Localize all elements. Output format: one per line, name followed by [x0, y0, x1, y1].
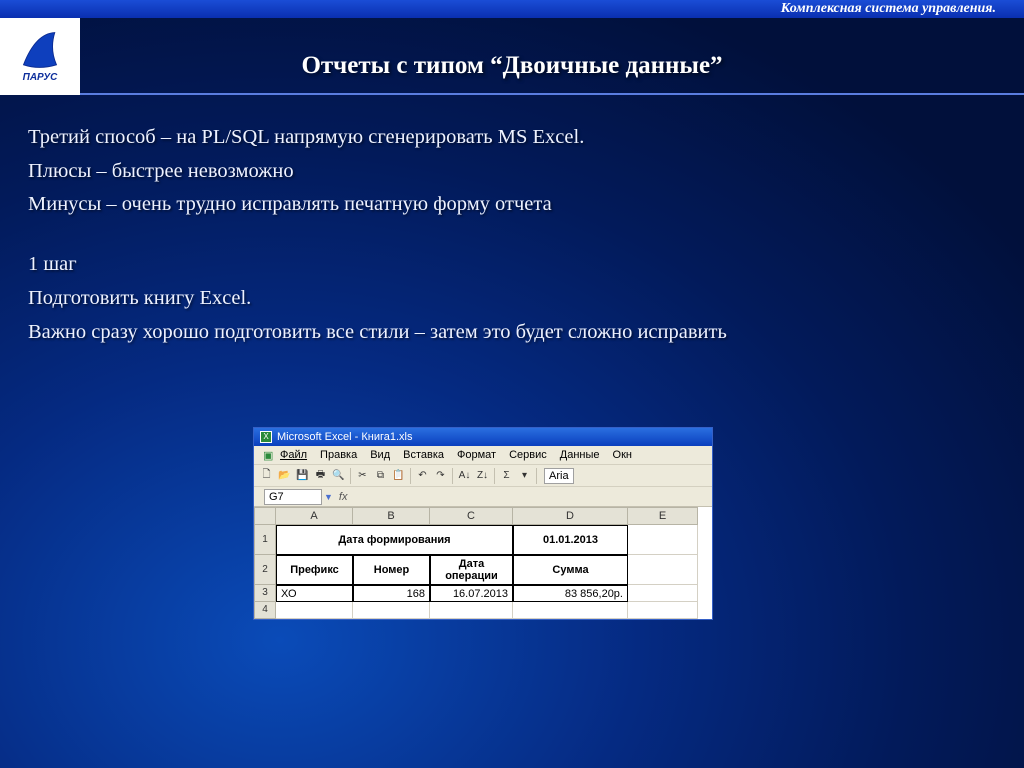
cell-empty[interactable] — [628, 555, 698, 585]
menu-edit[interactable]: Правка — [315, 448, 362, 463]
cell-empty[interactable] — [430, 602, 513, 619]
open-icon[interactable]: 📂 — [276, 467, 293, 484]
cell-header[interactable]: Сумма — [513, 555, 628, 585]
menu-window[interactable]: Окн — [608, 448, 637, 463]
logo-text: ПАРУС — [23, 72, 58, 83]
menu-data[interactable]: Данные — [555, 448, 605, 463]
excel-screenshot: X Microsoft Excel - Книга1.xls ▣ Файл Пр… — [253, 427, 713, 620]
excel-window-title: Microsoft Excel - Книга1.xls — [277, 431, 412, 443]
excel-titlebar: X Microsoft Excel - Книга1.xls — [254, 428, 712, 446]
excel-menu-icon: ▣ — [258, 448, 272, 463]
column-headers: A B C D E — [254, 507, 712, 525]
table-row: 3 ХО 168 16.07.2013 83 856,20р. — [254, 585, 712, 602]
sort-desc-icon[interactable]: Z↓ — [474, 467, 491, 484]
table-row: 1 Дата формирования 01.01.2013 — [254, 525, 712, 555]
cell-merged-header[interactable]: Дата формирования — [276, 525, 513, 555]
cell-empty[interactable] — [628, 525, 698, 555]
paragraph: Важно сразу хорошо подготовить все стили… — [28, 318, 996, 348]
system-name: Комплексная система управления. — [781, 1, 996, 16]
cell-header[interactable]: Номер — [353, 555, 430, 585]
preview-icon[interactable]: 🔍 — [330, 467, 347, 484]
col-header[interactable]: E — [628, 507, 698, 525]
menu-tools[interactable]: Сервис — [504, 448, 552, 463]
header-bar: Комплексная система управления. — [0, 0, 1024, 18]
row-header[interactable]: 2 — [254, 555, 276, 585]
sort-asc-icon[interactable]: A↓ — [456, 467, 473, 484]
excel-grid: A B C D E 1 Дата формирования 01.01.2013… — [254, 507, 712, 619]
font-selector[interactable]: Aria — [544, 468, 574, 484]
fx-label[interactable]: fx — [333, 491, 354, 503]
cell-header[interactable]: Дата операции — [430, 555, 513, 585]
formula-bar: G7 ▼ fx — [254, 487, 712, 507]
autosum-icon[interactable]: Σ — [498, 467, 515, 484]
print-icon[interactable]: 🖶 — [312, 467, 329, 484]
logo-sail-icon — [18, 30, 62, 70]
menu-insert[interactable]: Вставка — [398, 448, 449, 463]
cell-data[interactable]: 16.07.2013 — [430, 585, 513, 602]
cut-icon[interactable]: ✂ — [354, 467, 371, 484]
row-header[interactable]: 3 — [254, 585, 276, 602]
menu-view[interactable]: Вид — [365, 448, 395, 463]
menu-format[interactable]: Формат — [452, 448, 501, 463]
paragraph: Минусы – очень трудно исправлять печатну… — [28, 190, 996, 220]
row-header[interactable]: 4 — [254, 602, 276, 619]
paragraph: Плюсы – быстрее невозможно — [28, 157, 996, 187]
menu-file[interactable]: Файл — [275, 448, 312, 463]
cell-empty[interactable] — [353, 602, 430, 619]
dropdown-icon[interactable]: ▼ — [324, 492, 333, 502]
logo-box: ПАРУС — [0, 18, 80, 95]
redo-icon[interactable]: ↷ — [432, 467, 449, 484]
col-header[interactable]: D — [513, 507, 628, 525]
title-zone: ПАРУС Отчеты с типом “Двоичные данные” — [0, 18, 1024, 95]
undo-icon[interactable]: ↶ — [414, 467, 431, 484]
cell-empty[interactable] — [628, 602, 698, 619]
cell-data[interactable]: 168 — [353, 585, 430, 602]
slide-title: Отчеты с типом “Двоичные данные” — [0, 18, 1024, 80]
col-header[interactable]: B — [353, 507, 430, 525]
cell-empty[interactable] — [628, 585, 698, 602]
name-box[interactable]: G7 — [264, 489, 322, 505]
cell-header[interactable]: Префикс — [276, 555, 353, 585]
col-header[interactable]: A — [276, 507, 353, 525]
cell-empty[interactable] — [276, 602, 353, 619]
row-header[interactable]: 1 — [254, 525, 276, 555]
select-all-corner[interactable] — [254, 507, 276, 525]
cell-date-value[interactable]: 01.01.2013 — [513, 525, 628, 555]
cell-data[interactable]: 83 856,20р. — [513, 585, 628, 602]
table-row: 2 Префикс Номер Дата операции Сумма — [254, 555, 712, 585]
table-row: 4 — [254, 602, 712, 619]
cell-data[interactable]: ХО — [276, 585, 353, 602]
paragraph: Подготовить книгу Excel. — [28, 284, 996, 314]
copy-icon[interactable]: ⧉ — [372, 467, 389, 484]
excel-menubar: ▣ Файл Правка Вид Вставка Формат Сервис … — [254, 446, 712, 465]
excel-app-icon: X — [260, 431, 272, 443]
paragraph: Третий способ – на PL/SQL напрямую сгене… — [28, 123, 996, 153]
slide-content: Третий способ – на PL/SQL напрямую сгене… — [0, 95, 1024, 347]
excel-toolbar: 🗋 📂 💾 🖶 🔍 ✂ ⧉ 📋 ↶ ↷ A↓ Z↓ Σ ▾ Aria — [254, 465, 712, 487]
cell-empty[interactable] — [513, 602, 628, 619]
paste-icon[interactable]: 📋 — [390, 467, 407, 484]
col-header[interactable]: C — [430, 507, 513, 525]
save-icon[interactable]: 💾 — [294, 467, 311, 484]
paragraph: 1 шаг — [28, 250, 996, 280]
new-icon[interactable]: 🗋 — [258, 467, 275, 484]
chart-icon[interactable]: ▾ — [516, 467, 533, 484]
